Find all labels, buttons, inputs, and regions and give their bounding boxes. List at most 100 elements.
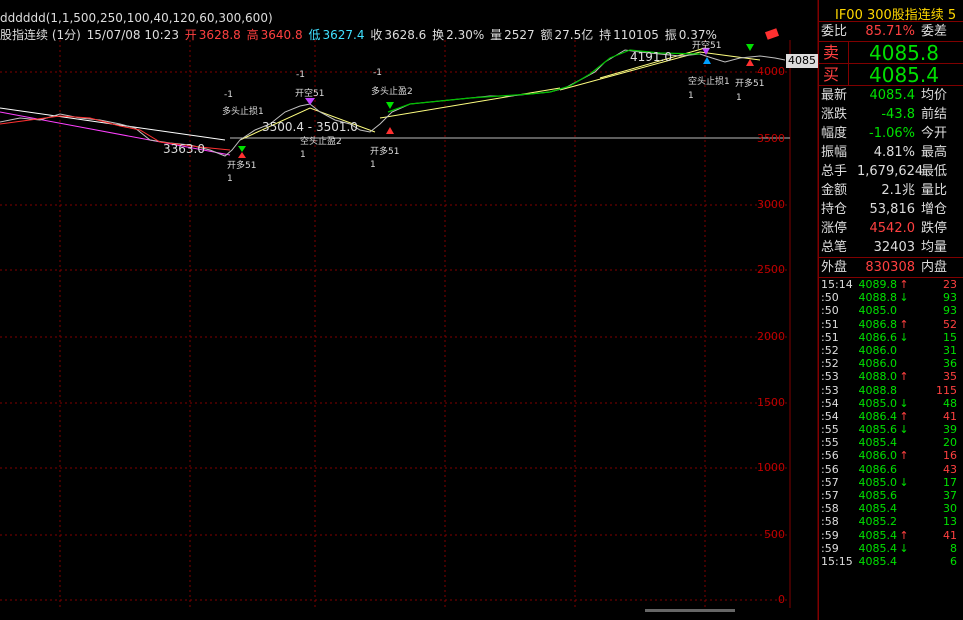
low-value: 3627.4 <box>322 28 365 42</box>
volume-label: 量 <box>490 28 503 42</box>
y-tick-2000: 2000 <box>757 330 785 343</box>
quote-row: 涨停 4542.0 跌停 <box>819 219 963 238</box>
quote-row: 持仓 53,816 增仓 <box>819 200 963 219</box>
tick-volume: 16 <box>943 449 957 463</box>
tick-direction-icon <box>897 489 911 502</box>
quote-row-value: 2.1兆 <box>881 183 915 198</box>
tick-row: :57 4085.0 ↓ 17 <box>819 476 963 489</box>
quote-row-value: 32403 <box>873 240 915 255</box>
quote-row-value: 4085.4 <box>869 88 916 103</box>
alert-icon[interactable] <box>764 28 780 40</box>
quote-row-value: 4.81% <box>873 145 915 160</box>
quote-row-label: 幅度 <box>821 126 848 141</box>
tick-volume: 8 <box>950 541 957 555</box>
buy-price: 4085.4 <box>869 63 939 87</box>
open-label: 开 <box>184 28 197 42</box>
tick-row: :53 4088.0 ↑ 35 <box>819 370 963 383</box>
tick-volume: 115 <box>936 383 957 397</box>
tick-price: 4085.4 <box>858 541 898 555</box>
tick-volume: 31 <box>943 343 957 357</box>
high-price-label: 4191.0 <box>630 50 672 64</box>
quote-row-value: 1,679,624 <box>857 164 924 179</box>
tick-direction-icon <box>897 384 911 397</box>
hold-value: 110105 <box>613 28 659 42</box>
sell-price: 4085.8 <box>869 41 939 65</box>
quote-row: 涨跌 -43.8 前结 <box>819 105 963 124</box>
tick-time: 15:14 <box>821 278 853 291</box>
tick-time: :51 <box>821 330 839 344</box>
tick-volume: 52 <box>943 317 957 331</box>
signal-3-top: -1 <box>373 68 382 78</box>
tick-direction-icon: ↓ <box>899 291 909 305</box>
tick-price: 4088.8 <box>858 291 898 305</box>
tick-direction-icon <box>897 304 911 317</box>
tick-price: 4085.4 <box>858 528 898 542</box>
sell-label: 卖 <box>819 42 849 63</box>
turnover-value: 2.30% <box>446 28 485 42</box>
tick-direction-icon: ↑ <box>899 409 909 423</box>
tick-time: :50 <box>821 291 839 305</box>
tick-row: :54 4085.0 ↓ 48 <box>819 397 963 410</box>
quote-row-label: 涨停 <box>821 221 848 236</box>
tick-price: 4085.6 <box>858 489 898 502</box>
signal-1-top: -1 <box>224 90 233 100</box>
tick-row: :53 4088.8 115 <box>819 384 963 397</box>
tick-volume: 37 <box>943 489 957 502</box>
tick-price: 4085.6 <box>858 423 898 437</box>
quote-row-right-label: 前结 <box>921 107 948 122</box>
high-label: 高 <box>246 28 259 42</box>
tick-row: :58 4085.2 13 <box>819 515 963 528</box>
y-tick-0: 0 <box>778 593 785 606</box>
tick-time: :58 <box>821 502 839 516</box>
y-tick-1500: 1500 <box>757 396 785 409</box>
quote-row: 振幅 4.81% 最高 <box>819 143 963 162</box>
open-value: 3628.8 <box>198 28 241 42</box>
tick-row: :54 4086.4 ↑ 41 <box>819 410 963 423</box>
tick-time: :56 <box>821 462 839 476</box>
tick-time: :59 <box>821 528 839 542</box>
tick-price: 4086.8 <box>858 317 898 331</box>
range-price-label: 3500.4 - 3501.0 <box>262 120 358 134</box>
quote-row-right-label: 增仓 <box>921 202 948 217</box>
close-label: 收 <box>370 28 383 42</box>
tick-time: :57 <box>821 475 839 489</box>
tick-direction-icon: ↑ <box>899 449 909 463</box>
tick-row: :50 4088.8 ↓ 93 <box>819 291 963 304</box>
close-value: 3628.6 <box>384 28 427 42</box>
tick-price: 4085.0 <box>858 396 898 410</box>
current-price-tag: 4085 <box>786 54 818 68</box>
quote-row-label: 持仓 <box>821 202 848 217</box>
signal-2-label: 开空51 <box>295 89 325 99</box>
weibi-value: 85.71% <box>865 24 915 39</box>
chart-scrollbar[interactable] <box>645 609 735 612</box>
signal-2-bottom: 空头止盈2 <box>300 137 342 147</box>
low-price-label: 3363.0 <box>163 142 205 156</box>
tick-time: :53 <box>821 383 839 397</box>
tick-time: :53 <box>821 370 839 384</box>
tick-time: :55 <box>821 436 839 450</box>
formula-label: dddddd(1,1,500,250,100,40,120,60,300,600… <box>0 11 273 25</box>
tick-price: 4086.0 <box>858 357 898 371</box>
tick-price: 4086.6 <box>858 330 898 344</box>
quote-row-right-label: 今开 <box>921 126 948 141</box>
tick-price: 4085.0 <box>858 304 898 318</box>
sell-row[interactable]: 卖 4085.8 <box>819 41 963 65</box>
tick-volume: 36 <box>943 357 957 371</box>
quote-panel: IF00 300股指连续 5 委比 85.71% 委差 卖 4085.8 买 4… <box>818 0 963 620</box>
buy-row[interactable]: 买 4085.4 <box>819 63 963 87</box>
tick-time: :52 <box>821 343 839 357</box>
kline-chart[interactable]: dddddd(1,1,500,250,100,40,120,60,300,600… <box>0 0 818 620</box>
quote-row-value: 4542.0 <box>869 221 916 236</box>
tick-row: :59 4085.4 ↓ 8 <box>819 542 963 555</box>
quote-row-label: 最新 <box>821 88 848 103</box>
amp-label: 振 <box>664 28 677 42</box>
volume-value: 2527 <box>504 28 535 42</box>
tick-time: :50 <box>821 304 839 318</box>
tick-row: :52 4086.0 31 <box>819 344 963 357</box>
signal-2-count: 1 <box>300 150 306 160</box>
quote-row-label: 总笔 <box>821 240 848 255</box>
tick-list[interactable]: 15:14 4089.8 ↑ 23:50 4088.8 ↓ 93:50 4085.0 93:51… <box>819 278 963 568</box>
bar-info: 股指连续 (1分) 15/07/08 10:23 开 3628.8 高 3640.8… <box>0 26 719 43</box>
tick-row: 15:15 4085.4 6 <box>819 555 963 568</box>
tick-time: :52 <box>821 357 839 371</box>
